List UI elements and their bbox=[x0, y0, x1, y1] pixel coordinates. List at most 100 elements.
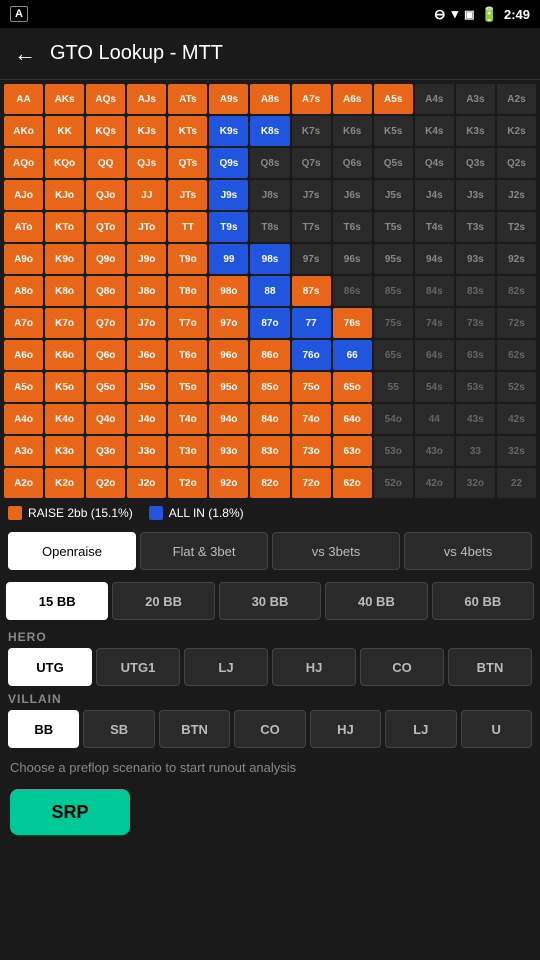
grid-cell[interactable]: T6s bbox=[333, 212, 372, 242]
tab-vs4bets[interactable]: vs 4bets bbox=[404, 532, 532, 570]
grid-cell[interactable]: ATs bbox=[168, 84, 207, 114]
grid-cell[interactable]: Q6o bbox=[86, 340, 125, 370]
grid-cell[interactable]: T7o bbox=[168, 308, 207, 338]
grid-cell[interactable]: J6s bbox=[333, 180, 372, 210]
grid-cell[interactable]: 82s bbox=[497, 276, 536, 306]
grid-cell[interactable]: 98s bbox=[250, 244, 289, 274]
grid-cell[interactable]: K3o bbox=[45, 436, 84, 466]
grid-cell[interactable]: K5s bbox=[374, 116, 413, 146]
bb-20[interactable]: 20 BB bbox=[112, 582, 214, 620]
grid-cell[interactable]: K4s bbox=[415, 116, 454, 146]
grid-cell[interactable]: 95s bbox=[374, 244, 413, 274]
grid-cell[interactable]: 74s bbox=[415, 308, 454, 338]
grid-cell[interactable]: K3s bbox=[456, 116, 495, 146]
grid-cell[interactable]: T9s bbox=[209, 212, 248, 242]
grid-cell[interactable]: 53s bbox=[456, 372, 495, 402]
grid-cell[interactable]: T5o bbox=[168, 372, 207, 402]
grid-cell[interactable]: K7s bbox=[292, 116, 331, 146]
grid-cell[interactable]: AQo bbox=[4, 148, 43, 178]
grid-cell[interactable]: T2o bbox=[168, 468, 207, 498]
grid-cell[interactable]: Q9o bbox=[86, 244, 125, 274]
grid-cell[interactable]: 62o bbox=[333, 468, 372, 498]
hero-pos-utg[interactable]: UTG bbox=[8, 648, 92, 686]
grid-cell[interactable]: Q6s bbox=[333, 148, 372, 178]
grid-cell[interactable]: K2s bbox=[497, 116, 536, 146]
grid-cell[interactable]: 96o bbox=[209, 340, 248, 370]
grid-cell[interactable]: Q8o bbox=[86, 276, 125, 306]
grid-cell[interactable]: 85o bbox=[250, 372, 289, 402]
hero-pos-co[interactable]: CO bbox=[360, 648, 444, 686]
grid-cell[interactable]: J2s bbox=[497, 180, 536, 210]
grid-cell[interactable]: 86o bbox=[250, 340, 289, 370]
grid-cell[interactable]: T8o bbox=[168, 276, 207, 306]
grid-cell[interactable]: J4s bbox=[415, 180, 454, 210]
grid-cell[interactable]: 52s bbox=[497, 372, 536, 402]
grid-cell[interactable]: Q4s bbox=[415, 148, 454, 178]
grid-cell[interactable]: T9o bbox=[168, 244, 207, 274]
grid-cell[interactable]: 93o bbox=[209, 436, 248, 466]
grid-cell[interactable]: QJs bbox=[127, 148, 166, 178]
villain-pos-bb[interactable]: BB bbox=[8, 710, 79, 748]
grid-cell[interactable]: 43s bbox=[456, 404, 495, 434]
grid-cell[interactable]: Q2o bbox=[86, 468, 125, 498]
grid-cell[interactable]: Q2s bbox=[497, 148, 536, 178]
grid-cell[interactable]: 84o bbox=[250, 404, 289, 434]
grid-cell[interactable]: 65o bbox=[333, 372, 372, 402]
grid-cell[interactable]: A8s bbox=[250, 84, 289, 114]
grid-cell[interactable]: A9s bbox=[209, 84, 248, 114]
grid-cell[interactable]: Q7s bbox=[292, 148, 331, 178]
villain-pos-u[interactable]: U bbox=[461, 710, 532, 748]
grid-cell[interactable]: T6o bbox=[168, 340, 207, 370]
grid-cell[interactable]: KQs bbox=[86, 116, 125, 146]
bb-40[interactable]: 40 BB bbox=[325, 582, 427, 620]
grid-cell[interactable]: QJo bbox=[86, 180, 125, 210]
grid-cell[interactable]: K8s bbox=[250, 116, 289, 146]
grid-cell[interactable]: JTo bbox=[127, 212, 166, 242]
grid-cell[interactable]: 65s bbox=[374, 340, 413, 370]
grid-cell[interactable]: A6o bbox=[4, 340, 43, 370]
grid-cell[interactable]: T3s bbox=[456, 212, 495, 242]
grid-cell[interactable]: Q5o bbox=[86, 372, 125, 402]
grid-cell[interactable]: 33 bbox=[456, 436, 495, 466]
grid-cell[interactable]: A3o bbox=[4, 436, 43, 466]
grid-cell[interactable]: Q8s bbox=[250, 148, 289, 178]
grid-cell[interactable]: 98o bbox=[209, 276, 248, 306]
grid-cell[interactable]: KJs bbox=[127, 116, 166, 146]
grid-cell[interactable]: 85s bbox=[374, 276, 413, 306]
grid-cell[interactable]: 43o bbox=[415, 436, 454, 466]
grid-cell[interactable]: 72s bbox=[497, 308, 536, 338]
grid-cell[interactable]: Q3s bbox=[456, 148, 495, 178]
grid-cell[interactable]: 83o bbox=[250, 436, 289, 466]
grid-cell[interactable]: AJs bbox=[127, 84, 166, 114]
grid-cell[interactable]: J5o bbox=[127, 372, 166, 402]
grid-cell[interactable]: 42s bbox=[497, 404, 536, 434]
grid-cell[interactable]: A2o bbox=[4, 468, 43, 498]
grid-cell[interactable]: 75o bbox=[292, 372, 331, 402]
grid-cell[interactable]: 66 bbox=[333, 340, 372, 370]
grid-cell[interactable]: T4s bbox=[415, 212, 454, 242]
grid-cell[interactable]: KJo bbox=[45, 180, 84, 210]
grid-cell[interactable]: 86s bbox=[333, 276, 372, 306]
grid-cell[interactable]: 76s bbox=[333, 308, 372, 338]
grid-cell[interactable]: T5s bbox=[374, 212, 413, 242]
villain-pos-lj[interactable]: LJ bbox=[385, 710, 456, 748]
grid-cell[interactable]: KTo bbox=[45, 212, 84, 242]
grid-cell[interactable]: 52o bbox=[374, 468, 413, 498]
grid-cell[interactable]: 63s bbox=[456, 340, 495, 370]
grid-cell[interactable]: 63o bbox=[333, 436, 372, 466]
grid-cell[interactable]: 94o bbox=[209, 404, 248, 434]
grid-cell[interactable]: A4o bbox=[4, 404, 43, 434]
grid-cell[interactable]: Q9s bbox=[209, 148, 248, 178]
grid-cell[interactable]: 72o bbox=[292, 468, 331, 498]
grid-cell[interactable]: AKo bbox=[4, 116, 43, 146]
grid-cell[interactable]: AJo bbox=[4, 180, 43, 210]
bb-30[interactable]: 30 BB bbox=[219, 582, 321, 620]
grid-cell[interactable]: T8s bbox=[250, 212, 289, 242]
srp-button[interactable]: SRP bbox=[10, 789, 130, 835]
grid-cell[interactable]: J3s bbox=[456, 180, 495, 210]
grid-cell[interactable]: Q5s bbox=[374, 148, 413, 178]
grid-cell[interactable]: 84s bbox=[415, 276, 454, 306]
grid-cell[interactable]: 97s bbox=[292, 244, 331, 274]
grid-cell[interactable]: 97o bbox=[209, 308, 248, 338]
grid-cell[interactable]: T4o bbox=[168, 404, 207, 434]
